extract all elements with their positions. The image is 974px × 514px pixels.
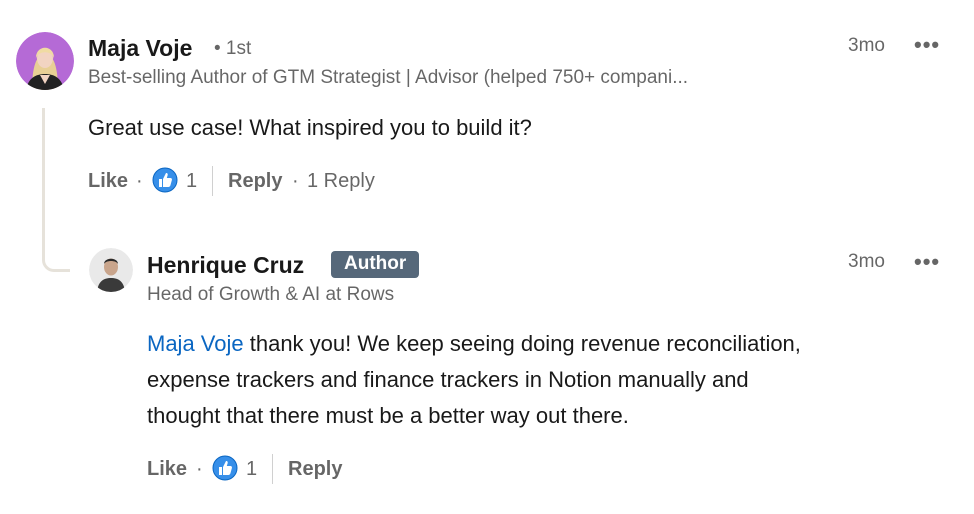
- avatar-image: [89, 248, 133, 292]
- divider: [212, 166, 213, 196]
- timestamp: 3mo: [848, 35, 885, 56]
- like-button[interactable]: Like: [88, 170, 128, 193]
- separator-dot: ·: [136, 170, 143, 192]
- reply-button[interactable]: Reply: [288, 458, 342, 481]
- reply-button[interactable]: Reply: [228, 170, 282, 193]
- author-badge: Author: [331, 251, 420, 278]
- author-name[interactable]: Maja Voje: [88, 35, 192, 62]
- timestamp: 3mo: [848, 251, 885, 272]
- reply-text-line3: thought that there must be a better way …: [147, 403, 629, 428]
- reaction-count[interactable]: 1: [246, 458, 257, 481]
- like-button[interactable]: Like: [147, 458, 187, 481]
- thread-line: [42, 108, 45, 248]
- avatar[interactable]: [89, 248, 133, 292]
- avatar-image: [16, 32, 74, 90]
- like-thumbs-up-icon[interactable]: [152, 167, 178, 193]
- thread-line-curve: [42, 248, 70, 272]
- more-options-icon[interactable]: •••: [914, 251, 940, 273]
- reaction-count[interactable]: 1: [186, 170, 197, 193]
- comment-text: Great use case! What inspired you to bui…: [88, 115, 532, 140]
- replies-count[interactable]: 1 Reply: [307, 170, 375, 193]
- divider: [272, 454, 273, 484]
- separator-dot: ·: [196, 458, 203, 480]
- reply-text-line2: expense trackers and finance trackers in…: [147, 367, 749, 392]
- author-headline: Head of Growth & AI at Rows: [147, 284, 395, 305]
- author-name[interactable]: Henrique Cruz: [147, 252, 304, 279]
- reply-text: Maja Voje thank you! We keep seeing doin…: [147, 326, 947, 434]
- separator-dot: ·: [292, 170, 299, 192]
- more-options-icon[interactable]: •••: [914, 34, 940, 56]
- mention-link[interactable]: Maja Voje: [147, 331, 244, 356]
- connection-degree: • 1st: [214, 38, 252, 59]
- like-thumbs-up-icon[interactable]: [212, 455, 238, 481]
- avatar[interactable]: [16, 32, 74, 90]
- reply-text-line1: thank you! We keep seeing doing revenue …: [243, 331, 801, 356]
- author-headline: Best-selling Author of GTM Strategist | …: [88, 67, 689, 88]
